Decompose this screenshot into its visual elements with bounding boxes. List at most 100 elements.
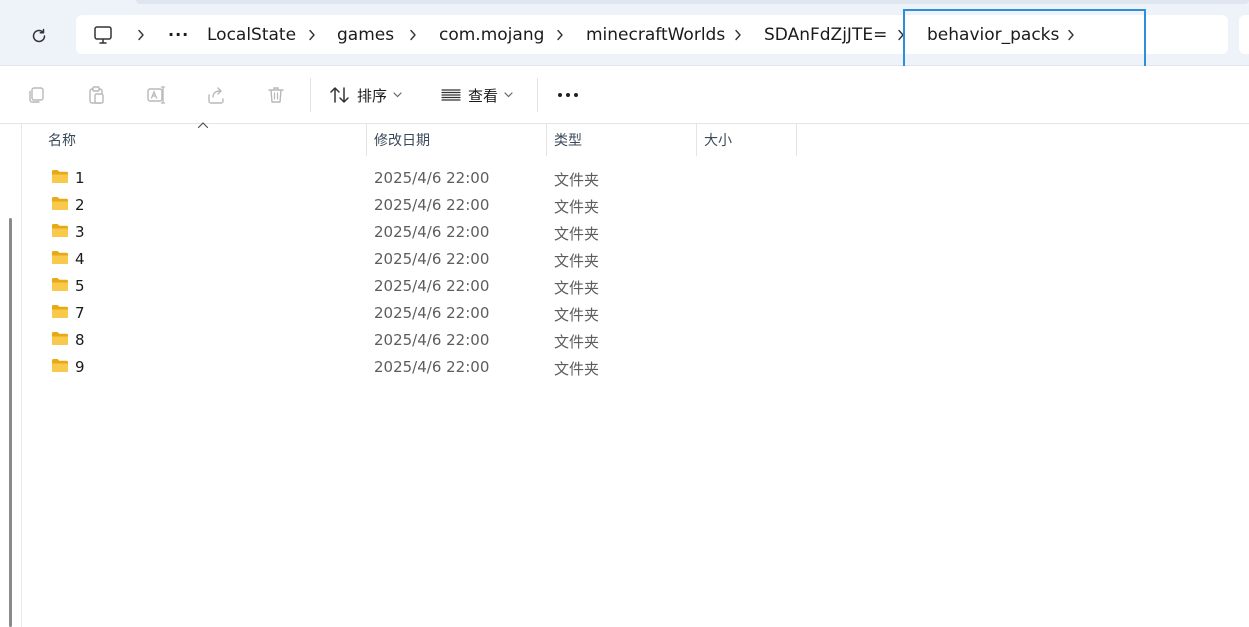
file-type: 文件夹 xyxy=(554,306,600,324)
file-type: 文件夹 xyxy=(554,279,600,297)
sort-arrows-icon xyxy=(330,87,349,103)
breadcrumb-world-folder[interactable]: SDAnFdZjJTE= xyxy=(764,15,887,54)
chevron-right-icon xyxy=(898,29,904,40)
file-type: 文件夹 xyxy=(554,171,600,189)
breadcrumb-com-mojang[interactable]: com.mojang xyxy=(439,15,544,54)
rename-button[interactable] xyxy=(144,83,168,107)
copy-button[interactable] xyxy=(24,83,48,107)
trash-icon xyxy=(268,87,284,103)
breadcrumb-overflow-button[interactable]: ··· xyxy=(168,15,189,54)
more-options-button[interactable] xyxy=(552,80,584,110)
column-divider[interactable] xyxy=(366,124,367,156)
this-pc-crumb[interactable] xyxy=(92,24,114,46)
delete-button[interactable] xyxy=(264,83,288,107)
breadcrumb-separator[interactable] xyxy=(135,15,147,54)
view-menu-button[interactable]: 查看 xyxy=(440,80,513,110)
table-row[interactable]: 2 2025/4/6 22:00 文件夹 xyxy=(0,191,1249,218)
folder-icon xyxy=(52,305,68,318)
view-label: 查看 xyxy=(468,86,499,105)
table-row[interactable]: 5 2025/4/6 22:00 文件夹 xyxy=(0,272,1249,299)
chevron-right-icon xyxy=(309,29,315,40)
file-modified: 2025/4/6 22:00 xyxy=(374,223,490,241)
table-row[interactable]: 7 2025/4/6 22:00 文件夹 xyxy=(0,299,1249,326)
breadcrumb-games[interactable]: games xyxy=(337,15,394,54)
table-row[interactable]: 3 2025/4/6 22:00 文件夹 xyxy=(0,218,1249,245)
list-view-icon xyxy=(441,89,461,101)
file-name: 2 xyxy=(75,196,85,214)
column-divider[interactable] xyxy=(546,124,547,156)
file-type: 文件夹 xyxy=(554,225,600,243)
column-header-size[interactable]: 大小 xyxy=(704,124,796,156)
toolbar-divider xyxy=(310,78,311,112)
column-divider[interactable] xyxy=(796,124,797,156)
address-region: ··· LocalState games com.mojang minecraf… xyxy=(0,0,1249,66)
file-modified: 2025/4/6 22:00 xyxy=(374,331,490,349)
file-list: 1 2025/4/6 22:00 文件夹 2 2025/4/6 22:00 文件… xyxy=(0,164,1249,380)
file-name: 9 xyxy=(75,358,85,376)
breadcrumb-separator[interactable] xyxy=(732,15,744,54)
breadcrumb-separator[interactable] xyxy=(407,15,419,54)
rename-icon xyxy=(147,86,166,104)
paste-icon xyxy=(89,86,104,104)
chevron-right-icon xyxy=(410,29,416,40)
file-name: 5 xyxy=(75,277,85,295)
file-modified: 2025/4/6 22:00 xyxy=(374,250,490,268)
file-name: 1 xyxy=(75,169,85,187)
breadcrumb-localstate[interactable]: LocalState xyxy=(207,15,296,54)
folder-icon xyxy=(52,224,68,237)
chevron-right-icon xyxy=(735,29,741,40)
breadcrumb-separator[interactable] xyxy=(306,15,318,54)
file-modified: 2025/4/6 22:00 xyxy=(374,196,490,214)
table-row[interactable]: 8 2025/4/6 22:00 文件夹 xyxy=(0,326,1249,353)
folder-icon xyxy=(52,332,68,345)
table-row[interactable]: 9 2025/4/6 22:00 文件夹 xyxy=(0,353,1249,380)
toolbar-divider xyxy=(537,78,538,112)
breadcrumb-behavior-packs[interactable]: behavior_packs xyxy=(927,15,1059,54)
search-box-edge[interactable] xyxy=(1239,15,1249,54)
tab-strip-edge xyxy=(136,0,1249,4)
refresh-button[interactable] xyxy=(24,21,54,51)
paste-button[interactable] xyxy=(84,83,108,107)
share-icon xyxy=(208,87,224,104)
folder-icon xyxy=(52,359,68,372)
more-horizontal-icon xyxy=(558,93,578,97)
column-header-type[interactable]: 类型 xyxy=(554,124,696,156)
file-name: 8 xyxy=(75,331,85,349)
breadcrumb-separator[interactable] xyxy=(895,15,907,54)
command-bar: 排序 查看 xyxy=(0,66,1249,124)
folder-icon xyxy=(52,278,68,291)
share-button[interactable] xyxy=(204,83,228,107)
file-type: 文件夹 xyxy=(554,360,600,378)
file-explorer-window: ··· LocalState games com.mojang minecraf… xyxy=(0,0,1249,627)
breadcrumb-minecraftworlds[interactable]: minecraftWorlds xyxy=(586,15,725,54)
sort-menu-button[interactable]: 排序 xyxy=(329,80,402,110)
chevron-right-icon xyxy=(557,29,563,40)
column-divider[interactable] xyxy=(696,124,697,156)
breadcrumb-separator[interactable] xyxy=(554,15,566,54)
computer-icon xyxy=(94,26,112,44)
file-modified: 2025/4/6 22:00 xyxy=(374,304,490,322)
file-modified: 2025/4/6 22:00 xyxy=(374,169,490,187)
chevron-right-icon xyxy=(138,29,144,40)
file-type: 文件夹 xyxy=(554,333,600,351)
refresh-icon xyxy=(32,28,46,43)
chevron-right-icon xyxy=(1068,29,1074,40)
chevron-down-icon xyxy=(504,92,513,98)
column-header-name[interactable]: 名称 xyxy=(48,124,366,156)
table-row[interactable]: 4 2025/4/6 22:00 文件夹 xyxy=(0,245,1249,272)
sort-label: 排序 xyxy=(357,86,388,105)
table-row[interactable]: 1 2025/4/6 22:00 文件夹 xyxy=(0,164,1249,191)
file-modified: 2025/4/6 22:00 xyxy=(374,277,490,295)
file-modified: 2025/4/6 22:00 xyxy=(374,358,490,376)
chevron-down-icon xyxy=(393,92,402,98)
file-type: 文件夹 xyxy=(554,252,600,270)
address-bar[interactable]: ··· LocalState games com.mojang minecraf… xyxy=(76,15,1228,54)
folder-icon xyxy=(52,197,68,210)
file-type: 文件夹 xyxy=(554,198,600,216)
file-name: 3 xyxy=(75,223,85,241)
breadcrumb-separator[interactable] xyxy=(1065,15,1077,54)
column-header-modified[interactable]: 修改日期 xyxy=(374,124,546,156)
file-name: 4 xyxy=(75,250,85,268)
copy-icon xyxy=(29,87,44,103)
folder-icon xyxy=(52,251,68,264)
